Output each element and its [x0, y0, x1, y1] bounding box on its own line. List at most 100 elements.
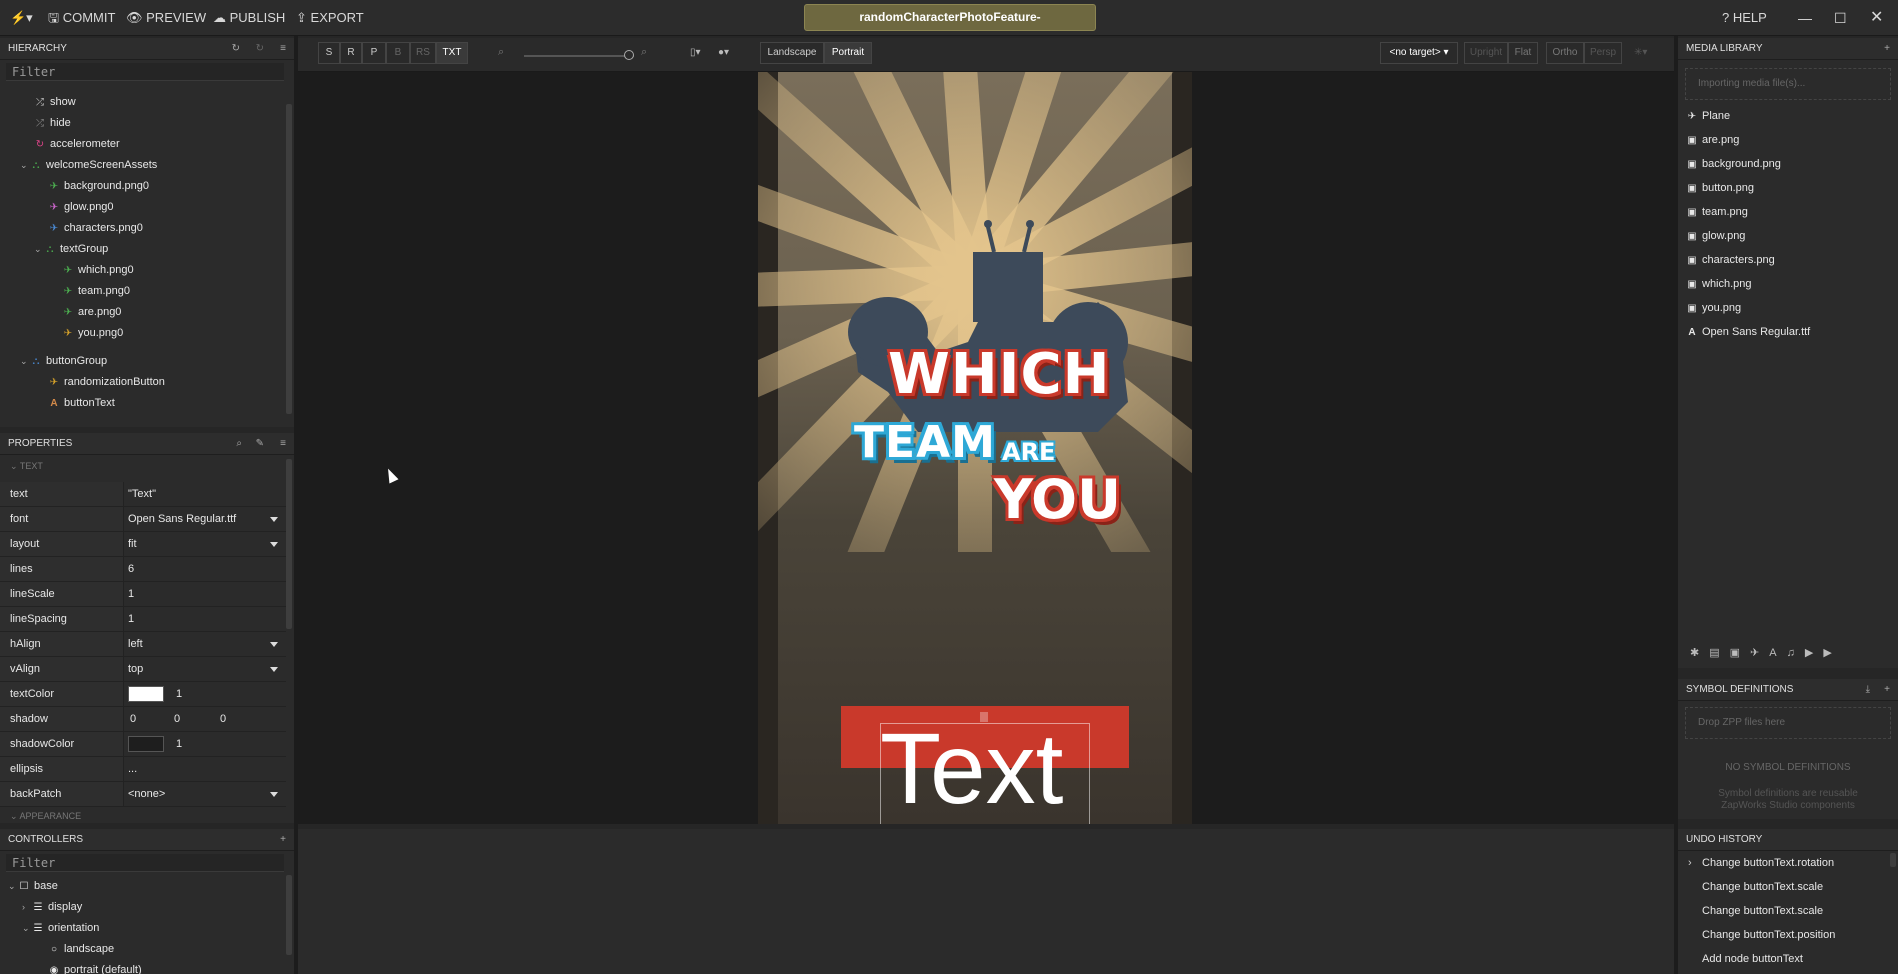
mode-r-button[interactable]: R: [340, 42, 362, 64]
portrait-button[interactable]: Portrait: [824, 42, 872, 64]
help-button[interactable]: ? HELP: [1722, 0, 1767, 36]
tree-item[interactable]: ✈ you.png0: [62, 323, 123, 344]
logo-menu-button[interactable]: ⚡▾: [10, 0, 33, 36]
controller-item[interactable]: ⌄ ☐ base: [8, 876, 58, 897]
add-icon[interactable]: +: [1884, 679, 1890, 701]
tree-item[interactable]: ⤮ show: [34, 92, 76, 113]
export-button[interactable]: ⇪ EXPORT: [296, 0, 364, 36]
persp-button[interactable]: Persp: [1584, 42, 1622, 64]
media-item[interactable]: ▣ which.png: [1686, 272, 1751, 296]
media-item[interactable]: ▣ are.png: [1686, 128, 1739, 152]
shadow-y-input[interactable]: 0: [174, 707, 180, 731]
zoom-out-icon[interactable]: ⌕: [498, 46, 504, 59]
media-item[interactable]: ▣ glow.png: [1686, 224, 1745, 248]
color-swatch[interactable]: [128, 736, 164, 753]
controllers-filter-input[interactable]: Filter: [6, 854, 284, 872]
menu-icon[interactable]: ≡: [280, 38, 286, 60]
properties-scrollbar[interactable]: [286, 459, 292, 629]
symbols-dropzone[interactable]: Drop ZPP files here: [1685, 707, 1891, 739]
chevron-down-icon[interactable]: ⌄: [20, 351, 30, 372]
chevron-down-icon[interactable]: ⌄: [34, 239, 44, 260]
mode-b-button[interactable]: B: [386, 42, 410, 64]
prop-ellipsis-input[interactable]: ...: [128, 757, 286, 781]
undo-item[interactable]: Add node buttonText: [1702, 947, 1803, 971]
doc-filter-icon[interactable]: ▤: [1709, 647, 1729, 659]
refresh-icon[interactable]: ↻: [232, 38, 240, 60]
youtube-filter-icon[interactable]: ▶: [1823, 647, 1841, 659]
video-filter-icon[interactable]: ▶: [1805, 647, 1823, 659]
ortho-button[interactable]: Ortho: [1546, 42, 1584, 64]
tree-item[interactable]: ✈ are.png0: [62, 302, 122, 323]
mode-p-button[interactable]: P: [362, 42, 386, 64]
color-swatch[interactable]: [128, 686, 164, 703]
maximize-button[interactable]: ☐: [1834, 0, 1847, 36]
tree-item[interactable]: ✈ characters.png0: [48, 218, 143, 239]
device-select-icon[interactable]: ▯▾: [690, 47, 701, 58]
font-filter-icon[interactable]: A: [1769, 647, 1786, 659]
redo-icon[interactable]: ↻: [256, 38, 264, 60]
hierarchy-filter-input[interactable]: Filter: [6, 63, 284, 81]
media-item[interactable]: ▣ characters.png: [1686, 248, 1775, 272]
image-filter-icon[interactable]: ▣: [1730, 647, 1750, 659]
shadow-x-input[interactable]: 0: [130, 707, 136, 731]
mode-rs-button[interactable]: RS: [410, 42, 436, 64]
controller-item[interactable]: ◉ portrait (default): [48, 960, 142, 974]
prop-valign-select[interactable]: top: [128, 657, 286, 681]
all-filter-icon[interactable]: ✱: [1690, 647, 1709, 659]
chevron-down-icon[interactable]: ⌄: [8, 876, 18, 897]
download-icon[interactable]: ⤓: [1866, 679, 1870, 701]
flat-button[interactable]: Flat: [1508, 42, 1538, 64]
prop-text-input[interactable]: "Text": [128, 482, 286, 506]
hierarchy-scrollbar[interactable]: [286, 104, 292, 414]
prop-backpatch-select[interactable]: <none>: [128, 782, 286, 806]
prop-linescale-input[interactable]: 1: [128, 582, 286, 606]
chevron-right-icon[interactable]: ›: [22, 897, 32, 918]
prop-halign-select[interactable]: left: [128, 632, 286, 656]
media-item[interactable]: ▣ team.png: [1686, 200, 1748, 224]
globe-select-icon[interactable]: ●▾: [718, 47, 729, 58]
prop-textcolor-input[interactable]: 1: [128, 682, 286, 706]
add-icon[interactable]: +: [280, 829, 286, 851]
undo-item[interactable]: Change buttonText.rotation: [1702, 851, 1834, 875]
shadow-blur-input[interactable]: 0: [220, 707, 226, 731]
zoom-slider-handle[interactable]: [624, 50, 634, 60]
tree-item[interactable]: ✈ background.png0: [48, 176, 149, 197]
prop-linespacing-input[interactable]: 1: [128, 607, 286, 631]
controller-item[interactable]: ○ landscape: [48, 939, 114, 960]
controller-item[interactable]: › ☰ display: [22, 897, 82, 918]
controller-item[interactable]: ⌄ ☰ orientation: [22, 918, 99, 939]
splitter-right[interactable]: [1674, 36, 1678, 974]
tree-item[interactable]: ✈ which.png0: [62, 260, 134, 281]
prop-shadowcolor-input[interactable]: 1: [128, 732, 286, 756]
tree-item[interactable]: ↻ accelerometer: [34, 134, 120, 155]
commit-button[interactable]: 🖫 COMMIT: [48, 0, 115, 36]
media-dropzone[interactable]: Importing media file(s)...: [1685, 68, 1891, 100]
menu-icon[interactable]: ≡: [280, 433, 286, 455]
media-item[interactable]: ▣ button.png: [1686, 176, 1754, 200]
undo-item[interactable]: Change buttonText.scale: [1702, 875, 1823, 899]
chevron-down-icon[interactable]: ⌄: [22, 918, 32, 939]
tree-item[interactable]: ⌄ ⛬ welcomeScreenAssets: [20, 155, 157, 176]
media-item[interactable]: A Open Sans Regular.ttf: [1686, 320, 1810, 344]
media-item[interactable]: ▣ background.png: [1686, 152, 1781, 176]
upright-button[interactable]: Upright: [1464, 42, 1508, 64]
search-icon[interactable]: ⌕: [236, 433, 242, 455]
button-text[interactable]: Text: [880, 714, 1063, 824]
target-select[interactable]: <no target> ▾: [1380, 42, 1458, 64]
media-item[interactable]: ✈ Plane: [1686, 104, 1730, 128]
tree-item[interactable]: ✈ randomizationButton: [48, 372, 165, 393]
add-icon[interactable]: +: [1884, 38, 1890, 60]
undo-scrollbar[interactable]: [1890, 853, 1896, 867]
splitter-left[interactable]: [294, 36, 298, 974]
prop-font-select[interactable]: Open Sans Regular.ttf: [128, 507, 286, 531]
tree-item[interactable]: ✈ team.png0: [62, 281, 130, 302]
project-title[interactable]: randomCharacterPhotoFeature-: [804, 4, 1096, 31]
tree-item[interactable]: ⤮ hide: [34, 113, 71, 134]
audio-filter-icon[interactable]: ♫: [1787, 647, 1805, 659]
media-item[interactable]: ▣ you.png: [1686, 296, 1741, 320]
prop-lines-input[interactable]: 6: [128, 557, 286, 581]
landscape-button[interactable]: Landscape: [760, 42, 824, 64]
prop-layout-select[interactable]: fit: [128, 532, 286, 556]
undo-item[interactable]: Change buttonText.scale: [1702, 899, 1823, 923]
tree-item[interactable]: ⌄ ⛬ textGroup: [34, 239, 108, 260]
